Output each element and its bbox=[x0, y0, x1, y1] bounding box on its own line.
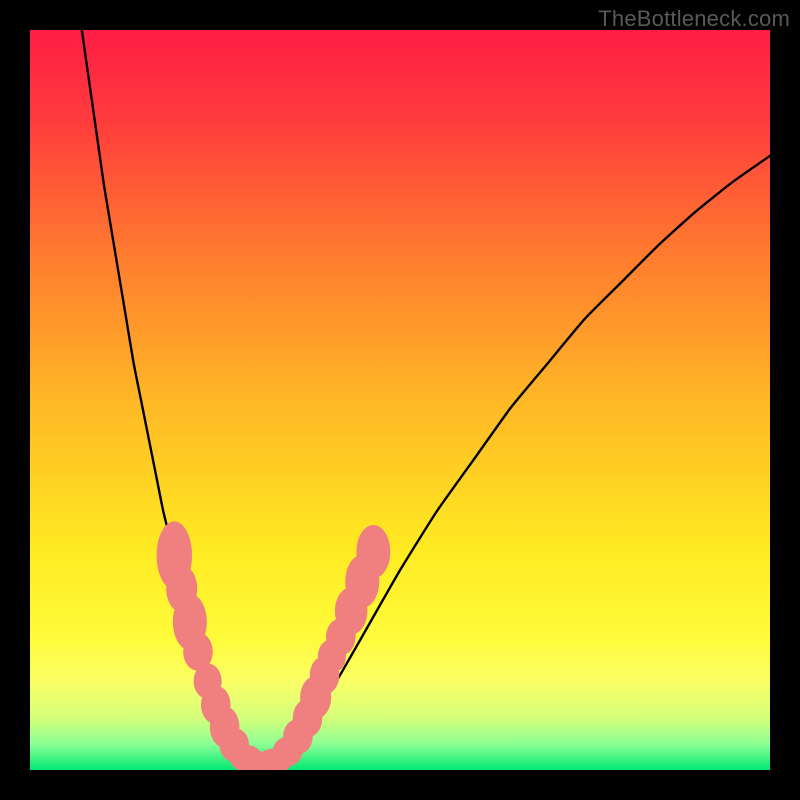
chart-frame: TheBottleneck.com bbox=[0, 0, 800, 800]
data-marker bbox=[356, 525, 390, 578]
plot-area bbox=[30, 30, 770, 770]
watermark-text: TheBottleneck.com bbox=[598, 6, 790, 32]
data-markers bbox=[157, 521, 391, 770]
curve-layer bbox=[30, 30, 770, 770]
